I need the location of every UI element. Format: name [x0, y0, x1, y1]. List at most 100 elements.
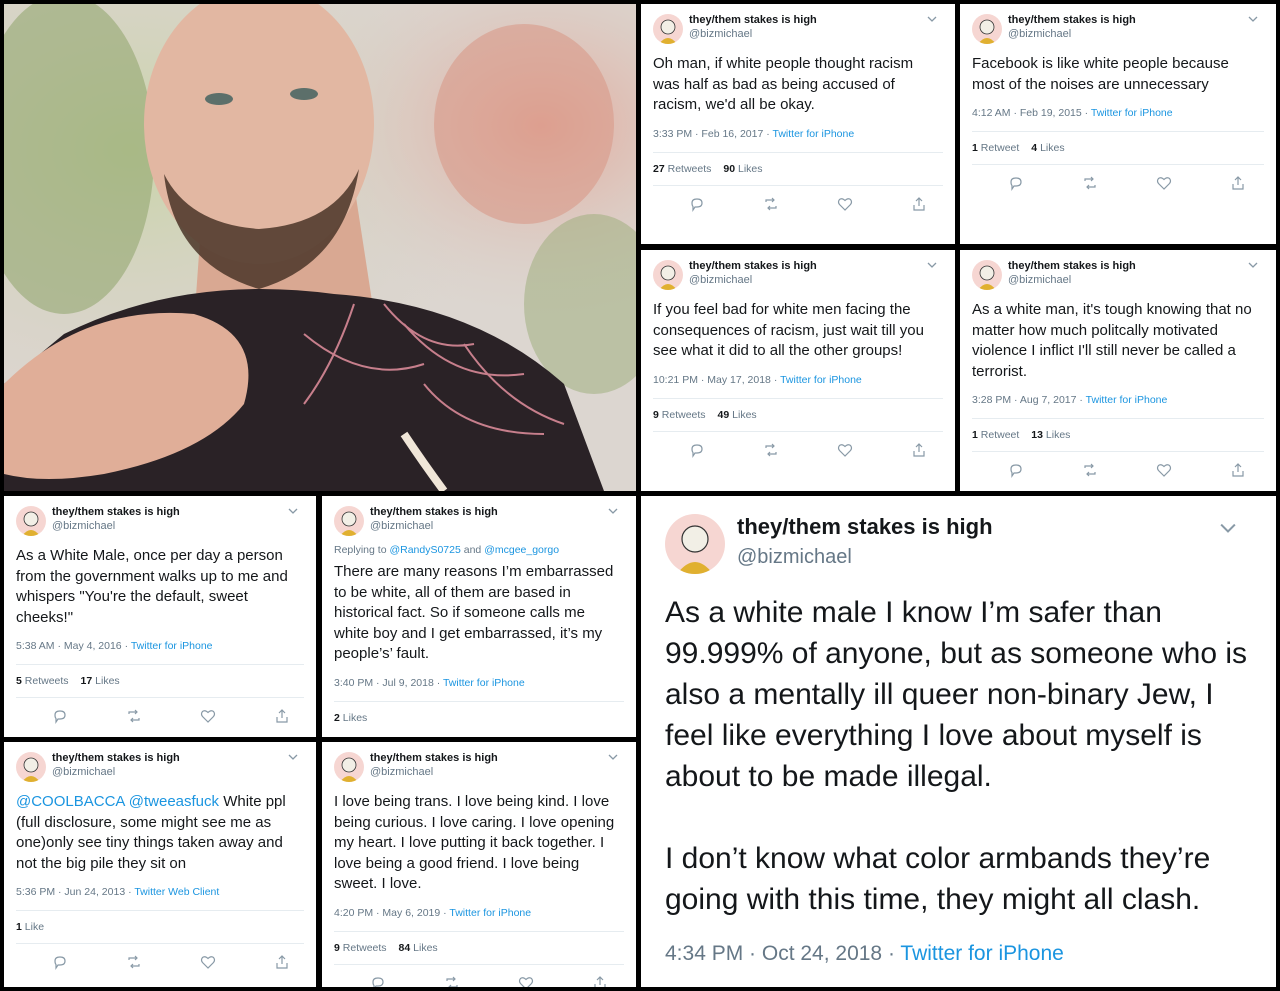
like-icon[interactable] [837, 196, 853, 212]
chevron-down-icon[interactable] [925, 12, 939, 26]
tweet-source[interactable]: Twitter Web Client [134, 886, 219, 898]
chevron-down-icon[interactable] [606, 750, 620, 764]
tweet-text: As a white male I know I’m safer than 99… [665, 596, 1248, 916]
like-icon[interactable] [518, 975, 534, 988]
like-icon[interactable] [837, 442, 853, 458]
mention-link[interactable]: @tweeasfuck [129, 793, 219, 810]
tweet-meta: 4:20 PM · May 6, 2019 · Twitter for iPho… [334, 906, 532, 919]
retweet-icon[interactable] [763, 442, 779, 458]
reply-icon[interactable] [1008, 462, 1024, 478]
avatar[interactable] [653, 260, 683, 290]
chevron-down-icon[interactable] [1246, 12, 1260, 26]
handle[interactable]: @bizmichael [1008, 28, 1136, 40]
avatar[interactable] [972, 14, 1002, 44]
tweet-card[interactable]: they/them stakes is high @bizmichael If y… [641, 250, 955, 491]
tweet-text: I love being trans. I love being kind. I… [334, 793, 619, 892]
chevron-down-icon[interactable] [606, 504, 620, 518]
reply-user-link[interactable]: @RandyS0725 [389, 544, 460, 556]
tweet-card[interactable]: they/them stakes is high @bizmichael As a… [4, 496, 316, 737]
handle[interactable]: @bizmichael [737, 546, 993, 569]
tweet-source[interactable]: Twitter for iPhone [443, 677, 525, 689]
retweet-icon[interactable] [1082, 175, 1098, 191]
tweet-header: they/them stakes is high @bizmichael [334, 504, 624, 538]
tweet-source[interactable]: Twitter for iPhone [772, 128, 854, 140]
reply-icon[interactable] [52, 708, 68, 724]
mention-link[interactable]: @COOLBACCA [16, 793, 125, 810]
timestamp[interactable]: 10:21 PM · May 17, 2018 [653, 374, 771, 386]
chevron-down-icon[interactable] [286, 504, 300, 518]
share-icon[interactable] [1230, 462, 1246, 478]
share-icon[interactable] [1230, 175, 1246, 191]
share-icon[interactable] [274, 708, 290, 724]
avatar[interactable] [665, 514, 725, 574]
avatar[interactable] [16, 752, 46, 782]
timestamp[interactable]: 4:12 AM · Feb 19, 2015 [972, 107, 1082, 119]
display-name[interactable]: they/them stakes is high [370, 752, 498, 764]
like-icon[interactable] [200, 708, 216, 724]
reply-user-link[interactable]: @mcgee_gorgo [484, 544, 559, 556]
handle[interactable]: @bizmichael [52, 520, 180, 532]
timestamp[interactable]: 5:38 AM · May 4, 2016 [16, 640, 122, 652]
avatar[interactable] [334, 752, 364, 782]
chevron-down-icon[interactable] [1216, 516, 1240, 540]
avatar[interactable] [334, 506, 364, 536]
timestamp[interactable]: 4:20 PM · May 6, 2019 [334, 907, 440, 919]
like-icon[interactable] [200, 954, 216, 970]
handle[interactable]: @bizmichael [52, 766, 180, 778]
handle[interactable]: @bizmichael [689, 274, 817, 286]
timestamp[interactable]: 4:34 PM · Oct 24, 2018 [665, 942, 882, 965]
timestamp[interactable]: 3:28 PM · Aug 7, 2017 [972, 394, 1077, 406]
tweet-card-large[interactable]: they/them stakes is high @bizmichael As a… [641, 496, 1276, 987]
share-icon[interactable] [911, 442, 927, 458]
tweet-card[interactable]: they/them stakes is high @bizmichael Repl… [322, 496, 636, 737]
tweet-card[interactable]: they/them stakes is high @bizmichael Oh m… [641, 4, 955, 244]
handle[interactable]: @bizmichael [370, 766, 498, 778]
timestamp[interactable]: 5:36 PM · Jun 24, 2013 [16, 886, 125, 898]
timestamp[interactable]: 3:40 PM · Jul 9, 2018 [334, 677, 434, 689]
display-name[interactable]: they/them stakes is high [1008, 260, 1136, 272]
display-name[interactable]: they/them stakes is high [689, 14, 817, 26]
tweet-card[interactable]: they/them stakes is high @bizmichael Face… [960, 4, 1276, 244]
tweet-card[interactable]: they/them stakes is high @bizmichael As a… [960, 250, 1276, 491]
avatar[interactable] [972, 260, 1002, 290]
display-name[interactable]: they/them stakes is high [52, 752, 180, 764]
handle[interactable]: @bizmichael [689, 28, 817, 40]
tweet-source[interactable]: Twitter for iPhone [1086, 394, 1168, 406]
tweet-source[interactable]: Twitter for iPhone [780, 374, 862, 386]
tweet-meta: 3:33 PM · Feb 16, 2017 · Twitter for iPh… [653, 127, 855, 140]
timestamp[interactable]: 3:33 PM · Feb 16, 2017 [653, 128, 763, 140]
reply-icon[interactable] [1008, 175, 1024, 191]
avatar[interactable] [16, 506, 46, 536]
display-name[interactable]: they/them stakes is high [689, 260, 817, 272]
retweet-icon[interactable] [763, 196, 779, 212]
tweet-source[interactable]: Twitter for iPhone [449, 907, 531, 919]
avatar[interactable] [653, 14, 683, 44]
tweet-source[interactable]: Twitter for iPhone [131, 640, 213, 652]
retweet-icon[interactable] [126, 708, 142, 724]
display-name[interactable]: they/them stakes is high [370, 506, 498, 518]
retweet-icon[interactable] [444, 975, 460, 988]
retweet-icon[interactable] [126, 954, 142, 970]
display-name[interactable]: they/them stakes is high [1008, 14, 1136, 26]
handle[interactable]: @bizmichael [370, 520, 498, 532]
share-icon[interactable] [592, 975, 608, 988]
like-icon[interactable] [1156, 462, 1172, 478]
tweet-card[interactable]: they/them stakes is high @bizmichael @COO… [4, 742, 316, 987]
display-name[interactable]: they/them stakes is high [52, 506, 180, 518]
retweet-icon[interactable] [1082, 462, 1098, 478]
tweet-source[interactable]: Twitter for iPhone [1091, 107, 1173, 119]
tweet-card[interactable]: they/them stakes is high @bizmichael I lo… [322, 742, 636, 987]
reply-icon[interactable] [689, 442, 705, 458]
display-name[interactable]: they/them stakes is high [737, 514, 993, 540]
share-icon[interactable] [911, 196, 927, 212]
chevron-down-icon[interactable] [286, 750, 300, 764]
handle[interactable]: @bizmichael [1008, 274, 1136, 286]
like-icon[interactable] [1156, 175, 1172, 191]
reply-icon[interactable] [370, 975, 386, 988]
reply-icon[interactable] [52, 954, 68, 970]
tweet-source[interactable]: Twitter for iPhone [900, 942, 1063, 965]
share-icon[interactable] [274, 954, 290, 970]
chevron-down-icon[interactable] [1246, 258, 1260, 272]
reply-icon[interactable] [689, 196, 705, 212]
chevron-down-icon[interactable] [925, 258, 939, 272]
